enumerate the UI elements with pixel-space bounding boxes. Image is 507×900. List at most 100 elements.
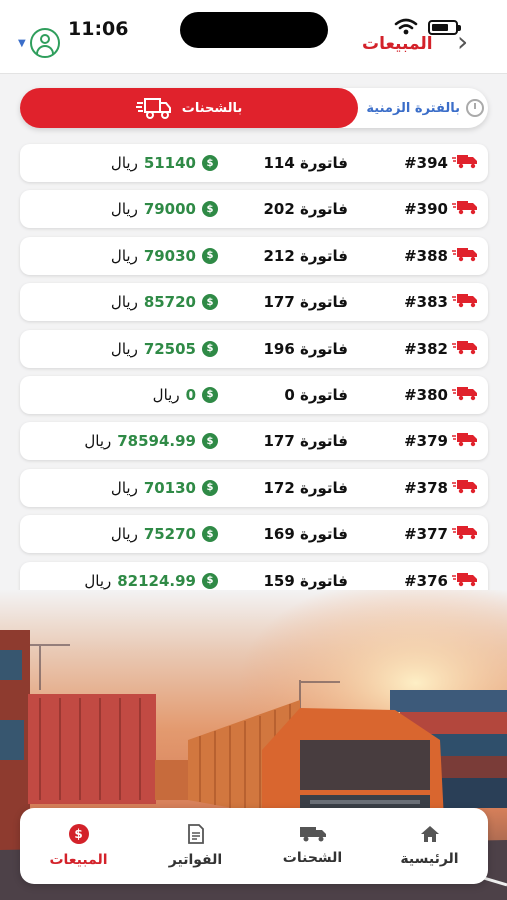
tab-invoices-label: الفواتير [168,852,223,868]
truck-icon [452,524,478,544]
status-time: 11:06 [68,18,129,40]
currency-label: ريال [110,246,138,265]
sales-amount: 79030 [143,246,196,265]
sales-amount: 82124.99 [117,571,196,590]
shipment-id: #388 [404,237,478,275]
shipment-number: #379 [404,432,448,451]
invoice-count: 172 فاتورة [263,478,348,497]
currency-label: ريال [84,432,112,451]
shipment-id: #380 [404,376,478,414]
shipment-row[interactable]: #379 177 فاتورة ريال 78594.99 $ [20,422,488,461]
tab-home[interactable]: الرئيسية [371,808,488,884]
view-segmented-control: بالشحنات بالفترة الزمنية [20,88,488,128]
tab-by-period-label: بالفترة الزمنية [366,100,460,116]
battery-icon [428,20,461,35]
shipment-row[interactable]: #380 0 فاتورة ريال 0 $ [20,375,488,414]
top-bar: 11:06 ▼ المبيعات › [0,0,507,74]
currency-label: ريال [110,154,138,172]
invoice-count: 202 فاتورة [263,200,348,219]
currency-label: ريال [110,200,138,219]
shipment-row[interactable]: #390 202 فاتورة ريال 79000 $ [20,190,488,229]
dollar-icon: $ [202,294,218,311]
shipment-number: #380 [404,385,448,404]
truck-icon [135,98,171,119]
sales-amount: 0 [185,385,196,404]
dollar-icon: $ [202,155,218,171]
shipments-sales-list: #394 114 فاتورة ريال 51140 $ #390 202 فاتورة ري… [20,144,488,608]
shipment-row[interactable]: #378 172 فاتورة ريال 70130 $ [20,468,488,507]
shipment-row[interactable]: #383 177 فاتورة ريال 85720 $ [20,283,488,322]
dollar-icon: $ [202,247,218,264]
tab-sales[interactable]: $ المبيعات [20,808,137,884]
shipment-id: #394 [404,144,478,182]
user-icon [29,28,60,58]
invoice-count: 177 فاتورة [263,293,348,312]
currency-label: ريال [110,525,138,544]
page-title: المبيعات [362,34,433,54]
invoice-count: 0 فاتورة [284,385,348,404]
invoice-count: 177 فاتورة [263,432,348,451]
sales-total: ريال 79030 $ [111,237,218,275]
shipment-id: #378 [404,469,478,507]
sales-total: ريال 72505 $ [111,330,218,368]
chevron-down-icon: ▼ [18,37,26,49]
shipment-row[interactable]: #388 212 فاتورة ريال 79030 $ [20,236,488,275]
shipment-number: #378 [404,478,448,497]
invoice-count: 169 فاتورة [263,525,348,544]
truck-icon [452,385,478,405]
dollar-icon: $ [202,433,218,450]
truck-icon [452,199,478,219]
dollar-icon: $ [202,479,218,496]
shipment-id: #382 [404,330,478,368]
shipment-number: #377 [404,525,448,544]
shipment-number: #376 [404,571,448,590]
sales-total: ريال 78594.99 $ [84,422,218,460]
dollar-icon: $ [202,201,218,218]
invoice-icon [187,824,204,844]
sales-total: ريال 79000 $ [111,190,218,228]
home-icon [420,826,439,842]
shipment-row[interactable]: #382 196 فاتورة ريال 72505 $ [20,329,488,368]
truck-icon [452,246,478,266]
currency-label: ريال [110,478,138,497]
shipment-id: #383 [404,283,478,321]
truck-icon [299,827,326,842]
shipment-id: #390 [404,190,478,228]
sales-amount: 79000 [143,200,196,219]
sales-amount: 78594.99 [117,432,196,451]
truck-icon [452,478,478,498]
sales-amount: 70130 [143,478,196,497]
back-chevron-icon[interactable]: › [457,28,468,56]
currency-label: ريال [110,293,138,312]
dynamic-island [180,12,328,48]
truck-icon [452,571,478,591]
invoice-count: 212 فاتورة [263,246,348,265]
sales-total: ريال 85720 $ [111,283,218,321]
shipment-number: #388 [404,246,448,265]
shipment-number: #382 [404,339,448,358]
shipment-row[interactable]: #377 169 فاتورة ريال 75270 $ [20,515,488,554]
sales-total: ريال 70130 $ [111,469,218,507]
tab-invoices[interactable]: الفواتير [137,808,254,884]
shipment-number: #383 [404,293,448,312]
dollar-icon: $ [202,572,218,589]
truck-icon [452,339,478,359]
sales-total: ريال 51140 $ [111,144,218,182]
sales-icon: $ [68,824,89,844]
sales-total: ريال 0 $ [153,376,218,414]
dollar-icon: $ [202,386,218,403]
tab-by-shipments[interactable]: بالشحنات [20,88,358,128]
dollar-icon: $ [202,526,218,543]
bottom-tab-bar: الرئيسية الشحنات الفواتير $ المبيعات [20,808,488,884]
currency-label: ريال [110,339,138,358]
tab-by-period[interactable]: بالفترة الزمنية [358,88,488,128]
shipment-id: #379 [404,422,478,460]
sales-amount: 51140 [143,154,196,172]
shipment-row[interactable]: #394 114 فاتورة ريال 51140 $ [20,144,488,182]
tab-shipments[interactable]: الشحنات [254,808,371,884]
sales-total: ريال 75270 $ [111,515,218,553]
tab-home-label: الرئيسية [400,851,459,867]
shipment-id: #377 [404,515,478,553]
user-menu-button[interactable]: ▼ [18,28,60,58]
truck-icon [452,431,478,451]
